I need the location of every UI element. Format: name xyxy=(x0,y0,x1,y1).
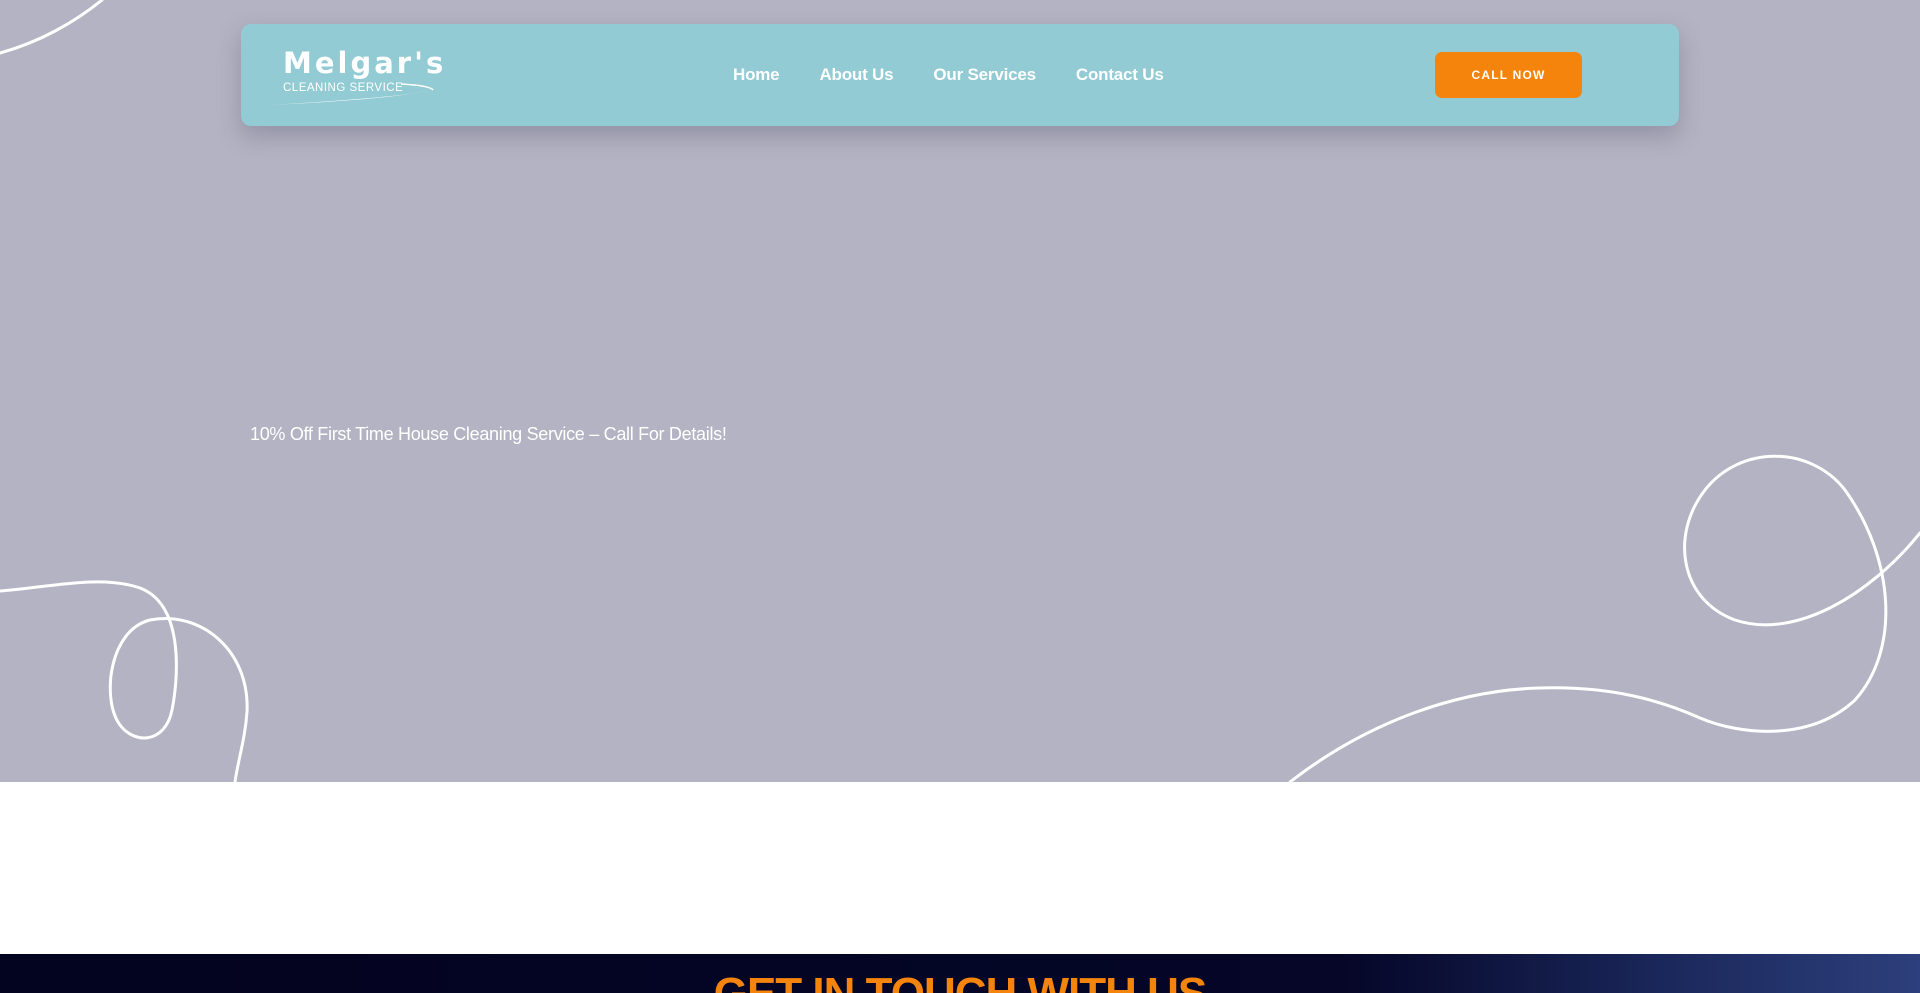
nav-about-us[interactable]: About Us xyxy=(819,65,893,85)
main-nav: Home About Us Our Services Contact Us xyxy=(733,24,1164,126)
nav-contact-us[interactable]: Contact Us xyxy=(1076,65,1164,85)
contact-section-title: GET IN TOUCH WITH US xyxy=(0,969,1920,993)
swirl-bottom-right xyxy=(1288,454,1920,782)
logo-wordmark: Melgar's xyxy=(283,46,447,80)
nav-our-services[interactable]: Our Services xyxy=(933,65,1036,85)
swirl-bottom-left xyxy=(0,580,249,782)
hero-section: Melgar's CLEANING SERVICE Home About Us … xyxy=(0,0,1920,782)
logo-tagline: CLEANING SERVICE xyxy=(283,82,404,94)
promo-text: 10% Off First Time House Cleaning Servic… xyxy=(250,424,727,444)
contact-section: GET IN TOUCH WITH US xyxy=(0,954,1920,993)
swirl-top-left xyxy=(0,0,104,55)
navbar: Melgar's CLEANING SERVICE Home About Us … xyxy=(241,24,1679,126)
logo[interactable]: Melgar's CLEANING SERVICE xyxy=(269,46,443,106)
nav-home[interactable]: Home xyxy=(733,65,780,85)
call-now-button[interactable]: CALL NOW xyxy=(1435,52,1582,98)
